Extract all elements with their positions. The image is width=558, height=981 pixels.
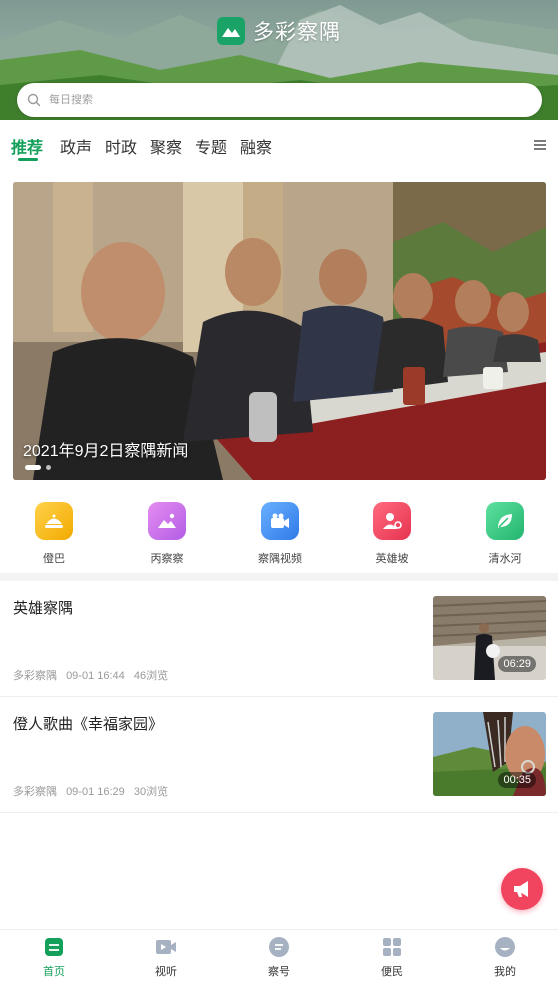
news-meta: 多彩察隅 09-01 16:29 30浏览 [13, 783, 174, 799]
nav-home[interactable]: 首页 [19, 936, 89, 979]
quick-entry-label: 清水河 [488, 553, 522, 565]
news-title: 英雄察隅 [13, 600, 74, 617]
home-icon [43, 936, 65, 958]
banner-image [13, 182, 546, 480]
news-item[interactable]: 英雄察隅 多彩察隅 09-01 16:44 46浏览 06:29 [0, 581, 558, 697]
person-icon [373, 502, 411, 540]
category-tabs: 推荐 政声 时政 聚察 专题 融察 [0, 128, 558, 164]
news-meta: 多彩察隅 09-01 16:44 46浏览 [13, 667, 174, 683]
nav-label: 察号 [268, 966, 290, 978]
video-duration: 06:29 [498, 656, 536, 672]
news-source: 多彩察隅 [13, 670, 57, 682]
tab-recommend[interactable]: 推荐 [11, 134, 43, 158]
quick-entry-label: 僜巴 [43, 553, 65, 565]
news-item[interactable]: 僜人歌曲《幸福家园》 多彩察隅 09-01 16:29 30浏览 00:35 [0, 697, 558, 813]
news-views: 30浏览 [133, 786, 169, 798]
news-time: 09-01 16:29 [66, 786, 125, 798]
quick-entry-dengba[interactable]: 僜巴 [14, 502, 94, 566]
nav-label: 我的 [494, 966, 516, 978]
quick-entry-qingshuihe[interactable]: 清水河 [465, 502, 545, 566]
menu-icon[interactable] [534, 139, 546, 151]
nav-chahao[interactable]: 察号 [244, 936, 314, 979]
quick-entry-bingchacha[interactable]: 丙察察 [127, 502, 207, 566]
banner-carousel[interactable]: 2021年9月2日察隅新闻 [13, 182, 546, 480]
grid-icon [381, 936, 403, 958]
tab-focus[interactable]: 聚察 [150, 134, 182, 158]
nav-services[interactable]: 便民 [357, 936, 427, 979]
tab-active-indicator [18, 158, 38, 161]
nav-profile[interactable]: 我的 [470, 936, 540, 979]
news-thumbnail[interactable]: 06:29 [433, 596, 546, 680]
quick-entry-label: 丙察察 [150, 553, 184, 565]
news-time: 09-01 16:44 [66, 670, 125, 682]
nav-label: 视听 [155, 966, 177, 978]
video-camera-icon [261, 502, 299, 540]
nav-av[interactable]: 视听 [131, 936, 201, 979]
news-title: 僜人歌曲《幸福家园》 [13, 716, 164, 733]
carousel-indicator [25, 465, 51, 470]
search-bar[interactable] [17, 83, 542, 117]
nav-label: 便民 [381, 966, 403, 978]
megaphone-icon [514, 881, 528, 897]
tab-media[interactable]: 融察 [240, 134, 272, 158]
picture-icon [148, 502, 186, 540]
mountain-logo-icon [217, 17, 245, 45]
nav-label: 首页 [43, 966, 65, 978]
video-icon [155, 936, 177, 958]
quick-entries: 僜巴 丙察察 察隅视频 英雄坡 清水河 [0, 502, 558, 572]
news-views: 46浏览 [133, 670, 169, 682]
app-title: 多彩察隅 [253, 21, 341, 44]
carousel-dot-active [25, 465, 41, 470]
leaf-icon [486, 502, 524, 540]
tab-special[interactable]: 专题 [195, 134, 227, 158]
quick-entry-label: 英雄坡 [375, 553, 409, 565]
carousel-dot [46, 465, 51, 470]
tab-current-affairs[interactable]: 时政 [105, 134, 137, 158]
broadcast-fab-button[interactable] [501, 868, 543, 910]
banner-caption: 2021年9月2日察隅新闻 [23, 443, 189, 460]
chat-icon [268, 936, 290, 958]
dish-icon [35, 502, 73, 540]
header-banner: 多彩察隅 [0, 0, 558, 120]
tab-politics-voice[interactable]: 政声 [60, 134, 92, 158]
quick-entry-hero-slope[interactable]: 英雄坡 [352, 502, 432, 566]
quick-entry-chayu-video[interactable]: 察隅视频 [240, 502, 320, 566]
quick-entry-label: 察隅视频 [258, 553, 302, 565]
video-duration: 00:35 [498, 772, 536, 788]
profile-icon [494, 936, 516, 958]
search-icon [27, 93, 41, 107]
bottom-navigation: 首页 视听 察号 便民 我的 [0, 929, 558, 981]
news-source: 多彩察隅 [13, 786, 57, 798]
news-thumbnail[interactable]: 00:35 [433, 712, 546, 796]
section-divider [0, 573, 558, 581]
search-input[interactable] [49, 94, 489, 106]
